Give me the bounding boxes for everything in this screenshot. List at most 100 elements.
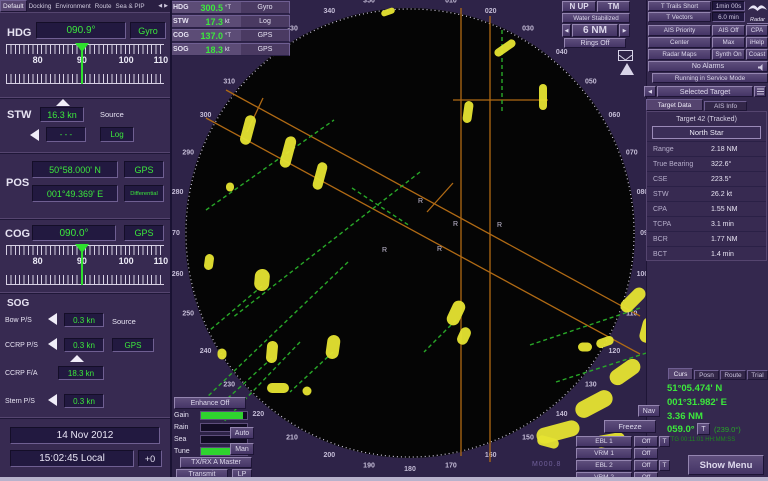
radar-echo[interactable] — [267, 383, 289, 393]
overlay-sog-source[interactable]: GPS — [241, 44, 289, 55]
show-menu-button[interactable]: Show Menu — [688, 455, 764, 475]
stw-source-label: Source — [100, 110, 124, 119]
tab-trial[interactable]: Trial — [747, 370, 768, 380]
bearing-label: 240 — [200, 348, 212, 355]
trails-value[interactable]: 1min 00s — [712, 1, 745, 11]
ccrp-fa-up-arrow-icon[interactable] — [70, 355, 84, 362]
prev-target-button[interactable]: ◀ — [644, 86, 656, 97]
ebl1-true-toggle[interactable]: T — [659, 436, 670, 447]
nav-button[interactable]: Nav — [638, 405, 660, 417]
conning-sidebar: Default Docking Environment Route Sea & … — [0, 0, 172, 481]
overlay-cog-source[interactable]: GPS — [241, 30, 289, 41]
selected-target-header[interactable]: Selected Target — [657, 86, 753, 97]
radar-echo[interactable] — [226, 183, 234, 192]
ebl2-off-button[interactable]: Off — [634, 460, 658, 471]
auto-button[interactable]: Auto — [230, 427, 254, 439]
rings-button[interactable]: Rings Off — [564, 38, 626, 48]
motion-mode-button[interactable]: TM — [597, 1, 630, 12]
alarm-status-bar[interactable]: No Alarms — [648, 61, 768, 72]
tab-target-data[interactable]: Target Data — [646, 99, 703, 111]
overlay-hdg-source[interactable]: Gyro — [241, 2, 289, 13]
menu-tab-environment[interactable]: Environment — [53, 3, 92, 10]
pos-label: POS — [6, 177, 29, 189]
stabilization-button[interactable]: Water Stabilized — [562, 13, 630, 23]
stw-selector[interactable]: - - - — [46, 127, 86, 142]
range-display[interactable]: 6 NM — [572, 24, 618, 37]
ais-off-button[interactable]: AIS Off — [712, 25, 745, 36]
motion-data-overlay[interactable]: HDG 300.5 °T Gyro STW 17.3 kt Log COG 13… — [170, 1, 290, 56]
sog-source-gps[interactable]: GPS — [112, 338, 154, 352]
radar-application-window: 0000100200300400500600700800901001101201… — [0, 0, 768, 481]
stern-ps-arrow-icon[interactable] — [48, 394, 57, 406]
range-up-button[interactable]: ▶ — [619, 24, 630, 37]
radar-background-circle[interactable] — [185, 8, 635, 458]
orientation-button[interactable]: N UP — [562, 1, 596, 12]
vectors-value[interactable]: 6.0 min — [712, 12, 745, 22]
vrm1-button[interactable]: VRM 1 — [576, 448, 632, 459]
date-display[interactable]: 14 Nov 2012 — [10, 427, 160, 444]
man-button[interactable]: Man — [230, 443, 254, 455]
hdg-source[interactable]: Gyro — [130, 22, 166, 39]
vrm1-off-button[interactable]: Off — [634, 448, 658, 459]
overlay-hdg-label: HDG — [171, 4, 195, 11]
pos-lat-source[interactable]: GPS — [124, 161, 164, 178]
overlay-hdg-value: 300.5 — [195, 3, 223, 13]
ccrp-ps-arrow-icon[interactable] — [48, 338, 57, 350]
menu-tab-route[interactable]: Route — [93, 3, 114, 10]
radar-echo[interactable] — [303, 387, 312, 396]
radar-echo[interactable] — [578, 343, 592, 352]
bow-ps-arrow-icon[interactable] — [48, 313, 57, 325]
stw-prev-arrow-icon[interactable] — [30, 129, 39, 141]
bearing-true-toggle[interactable]: T — [697, 423, 710, 435]
time-display[interactable]: 15:02:45 Local — [10, 450, 134, 467]
stw-up-arrow-icon[interactable] — [56, 99, 70, 106]
tab-position[interactable]: Posn — [694, 370, 719, 380]
coast-button[interactable]: Coast — [746, 49, 768, 60]
target-list-icon[interactable] — [754, 86, 766, 97]
stw-label: STW — [7, 109, 31, 121]
txrx-button[interactable]: TX/RX A Master — [180, 457, 252, 468]
tab-ais-info[interactable]: AIS Info — [704, 101, 747, 111]
pos-lon-source[interactable]: Differential — [124, 185, 164, 202]
ihelp-button[interactable]: iHelp — [746, 37, 768, 48]
vectors-button[interactable]: T Vectors — [648, 12, 711, 22]
hdg-label: HDG — [7, 27, 31, 39]
menu-tab-sea-pip[interactable]: Sea & PIP — [114, 3, 147, 10]
target-row-value: 26.2 kt — [711, 191, 732, 198]
cpa-button[interactable]: CPA — [746, 25, 768, 36]
gain-slider[interactable] — [200, 411, 248, 420]
max-button[interactable]: Max — [712, 37, 745, 48]
menu-tab-docking[interactable]: Docking — [27, 3, 54, 10]
overlay-stw-value: 17.3 — [195, 17, 223, 27]
radar-maps-button[interactable]: Radar Maps — [648, 49, 711, 60]
synth-button[interactable]: Synth On — [712, 49, 745, 60]
range-down-button[interactable]: ◀ — [562, 24, 571, 37]
ebl2-button[interactable]: EBL 2 — [576, 460, 632, 471]
message-envelope-icon[interactable] — [618, 50, 633, 61]
ebl2-true-toggle[interactable]: T — [659, 460, 670, 471]
target-name-box[interactable]: North Star — [652, 126, 761, 139]
target-row-value: 1.77 NM — [711, 236, 737, 243]
ebl1-off-button[interactable]: Off — [634, 436, 658, 447]
freeze-button[interactable]: Freeze — [604, 420, 656, 433]
timezone-display[interactable]: +0 — [138, 450, 162, 467]
cog-source[interactable]: GPS — [124, 225, 164, 241]
tab-route[interactable]: Route — [720, 370, 746, 380]
center-button[interactable]: Center — [648, 37, 711, 48]
menu-scroll-right-icon[interactable]: ▶ — [162, 3, 170, 9]
radar-echo[interactable] — [539, 84, 547, 110]
overlay-hdg-unit: °T — [223, 5, 241, 11]
enhance-button[interactable]: Enhance Off — [174, 397, 246, 409]
radar-echo[interactable] — [218, 349, 227, 360]
ais-priority-button[interactable]: AIS Priority — [648, 25, 711, 36]
tab-cursor[interactable]: Curs — [668, 368, 693, 380]
gain-label: Gain — [174, 412, 189, 419]
menu-tab-default[interactable]: Default — [0, 0, 27, 12]
overlay-stw-source[interactable]: Log — [241, 16, 289, 27]
target-row-label: STW — [647, 191, 711, 198]
cursor-ttg: TTG 00:11:01 HH:MM:SS — [667, 437, 735, 443]
warning-triangle-icon[interactable] — [620, 63, 634, 75]
stw-source-log[interactable]: Log — [100, 127, 134, 142]
trails-button[interactable]: T Trails Short — [648, 1, 711, 11]
ebl1-button[interactable]: EBL 1 — [576, 436, 632, 447]
